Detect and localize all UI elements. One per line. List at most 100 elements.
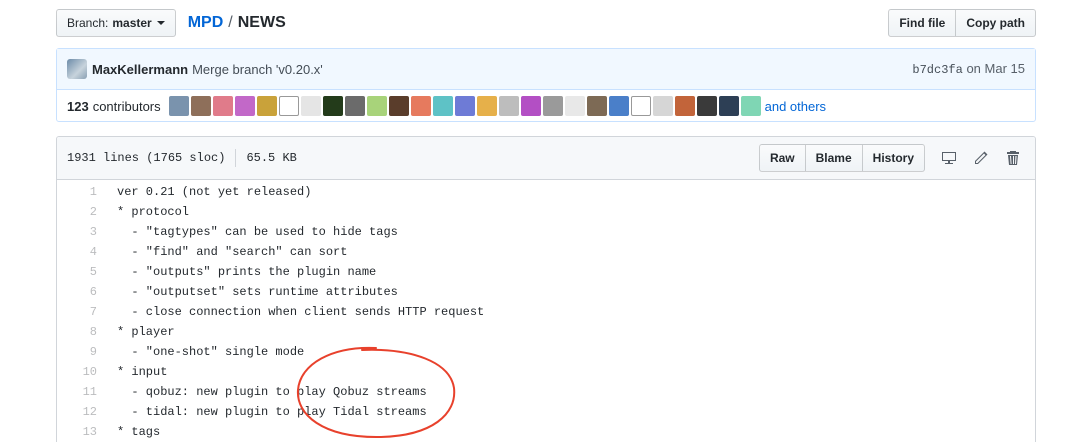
branch-select-button[interactable]: Branch: master — [56, 9, 176, 37]
code-listing: 1 ver 0.21 (not yet released) 2 * protocol 3… — [57, 180, 1035, 442]
contributor-avatar[interactable] — [520, 96, 541, 116]
find-file-button[interactable]: Find file — [888, 9, 957, 37]
line-number[interactable]: 13 — [57, 422, 107, 442]
contributor-avatar[interactable] — [212, 96, 233, 116]
commit-message-link[interactable]: Merge branch 'v0.20.x' — [192, 62, 323, 77]
code-line: 11 - qobuz: new plugin to play Qobuz str… — [57, 382, 1035, 402]
commit-meta: b7dc3fa on Mar 15 — [912, 61, 1025, 77]
history-button[interactable]: History — [861, 144, 925, 172]
file-button-group: Find file Copy path — [888, 9, 1036, 37]
commit-tease: MaxKellermann Merge branch 'v0.20.x' b7d… — [56, 48, 1036, 122]
line-number[interactable]: 3 — [57, 222, 107, 242]
contributor-avatar[interactable] — [278, 96, 299, 116]
contributor-avatar[interactable] — [652, 96, 673, 116]
contributor-avatar[interactable] — [542, 96, 563, 116]
contributor-avatar[interactable] — [168, 96, 189, 116]
contributor-avatar[interactable] — [630, 96, 651, 116]
code-line: 6 - "outputset" sets runtime attributes — [57, 282, 1035, 302]
line-number[interactable]: 10 — [57, 362, 107, 382]
line-content: * input — [117, 365, 168, 379]
contributor-avatar[interactable] — [608, 96, 629, 116]
copy-path-button[interactable]: Copy path — [955, 9, 1036, 37]
file-header: 1931 lines (1765 sloc) 65.5 KB Raw Blame… — [57, 137, 1035, 180]
line-number[interactable]: 4 — [57, 242, 107, 262]
line-content: ver 0.21 (not yet released) — [117, 185, 312, 199]
latest-commit: MaxKellermann Merge branch 'v0.20.x' b7d… — [57, 49, 1035, 90]
code-line: 1 ver 0.21 (not yet released) — [57, 182, 1035, 202]
contributor-avatar[interactable] — [476, 96, 497, 116]
line-content: * protocol — [117, 205, 190, 219]
line-number[interactable]: 7 — [57, 302, 107, 322]
line-content: - qobuz: new plugin to play Qobuz stream… — [117, 385, 427, 399]
contributor-avatar[interactable] — [696, 96, 717, 116]
contributor-avatar[interactable] — [366, 96, 387, 116]
trash-icon[interactable] — [1001, 146, 1025, 170]
contributor-avatar[interactable] — [256, 96, 277, 116]
contributor-avatar[interactable] — [740, 96, 761, 116]
line-number[interactable]: 9 — [57, 342, 107, 362]
line-content: - "outputs" prints the plugin name — [117, 265, 377, 279]
line-number[interactable]: 12 — [57, 402, 107, 422]
commit-author-link[interactable]: MaxKellermann — [92, 62, 188, 77]
file-navigation: Branch: master MPD / NEWS Find file Copy… — [56, 9, 1036, 37]
contributor-avatar[interactable] — [234, 96, 255, 116]
code-line: 12 - tidal: new plugin to play Tidal str… — [57, 402, 1035, 422]
contributor-avatar[interactable] — [190, 96, 211, 116]
line-content: - tidal: new plugin to play Tidal stream… — [117, 405, 427, 419]
line-number[interactable]: 2 — [57, 202, 107, 222]
code-line: 10 * input — [57, 362, 1035, 382]
line-number[interactable]: 1 — [57, 182, 107, 202]
blame-button[interactable]: Blame — [804, 144, 863, 172]
line-content: - close connection when client sends HTT… — [117, 305, 485, 319]
branch-label: Branch: — [67, 16, 109, 30]
pencil-icon[interactable] — [969, 146, 993, 170]
breadcrumb-repo-link[interactable]: MPD — [188, 14, 224, 32]
author-avatar[interactable] — [67, 59, 87, 79]
breadcrumb: MPD / NEWS — [188, 14, 286, 32]
line-number[interactable]: 8 — [57, 322, 107, 342]
code-line: 2 * protocol — [57, 202, 1035, 222]
line-content: - "one-shot" single mode — [117, 345, 305, 359]
contributor-avatar[interactable] — [564, 96, 585, 116]
contributors-count: 123 — [67, 98, 89, 114]
file-info: 1931 lines (1765 sloc) 65.5 KB — [67, 149, 297, 167]
code-line: 9 - "one-shot" single mode — [57, 342, 1035, 362]
code-line: 4 - "find" and "search" can sort — [57, 242, 1035, 262]
code-line: 8 * player — [57, 322, 1035, 342]
code-line: 13 * tags — [57, 422, 1035, 442]
contributor-avatar[interactable] — [454, 96, 475, 116]
line-content: - "tagtypes" can be used to hide tags — [117, 225, 398, 239]
contributors-label: contributors — [92, 98, 161, 114]
file-view: 1931 lines (1765 sloc) 65.5 KB Raw Blame… — [56, 136, 1036, 442]
line-content: - "find" and "search" can sort — [117, 245, 348, 259]
commit-sha-link[interactable]: b7dc3fa — [912, 63, 962, 77]
file-line-count: 1931 lines (1765 sloc) — [67, 151, 226, 165]
file-size: 65.5 KB — [246, 151, 297, 165]
breadcrumb-separator: / — [228, 14, 233, 31]
contributor-avatar[interactable] — [432, 96, 453, 116]
line-number[interactable]: 6 — [57, 282, 107, 302]
contributor-avatar[interactable] — [300, 96, 321, 116]
contributor-avatar[interactable] — [586, 96, 607, 116]
and-others-link[interactable]: and others — [765, 99, 826, 114]
caret-down-icon — [156, 21, 165, 25]
contributor-avatar[interactable] — [388, 96, 409, 116]
contributor-avatar[interactable] — [344, 96, 365, 116]
desktop-icon[interactable] — [937, 146, 961, 170]
contributor-avatar[interactable] — [410, 96, 431, 116]
contributors-row: 123 contributors and others — [57, 90, 1035, 122]
contributor-avatar[interactable] — [322, 96, 343, 116]
contributor-avatar[interactable] — [718, 96, 739, 116]
line-content: * player — [117, 325, 175, 339]
line-number[interactable]: 5 — [57, 262, 107, 282]
branch-name: master — [112, 16, 152, 30]
commit-date: on Mar 15 — [966, 61, 1025, 76]
file-info-divider — [235, 149, 237, 167]
code-line: 7 - close connection when client sends H… — [57, 302, 1035, 322]
contributor-avatar[interactable] — [498, 96, 519, 116]
line-number[interactable]: 11 — [57, 382, 107, 402]
raw-button[interactable]: Raw — [758, 144, 806, 172]
line-content: - "outputset" sets runtime attributes — [117, 285, 398, 299]
line-content: * tags — [117, 425, 161, 439]
contributor-avatar[interactable] — [674, 96, 695, 116]
